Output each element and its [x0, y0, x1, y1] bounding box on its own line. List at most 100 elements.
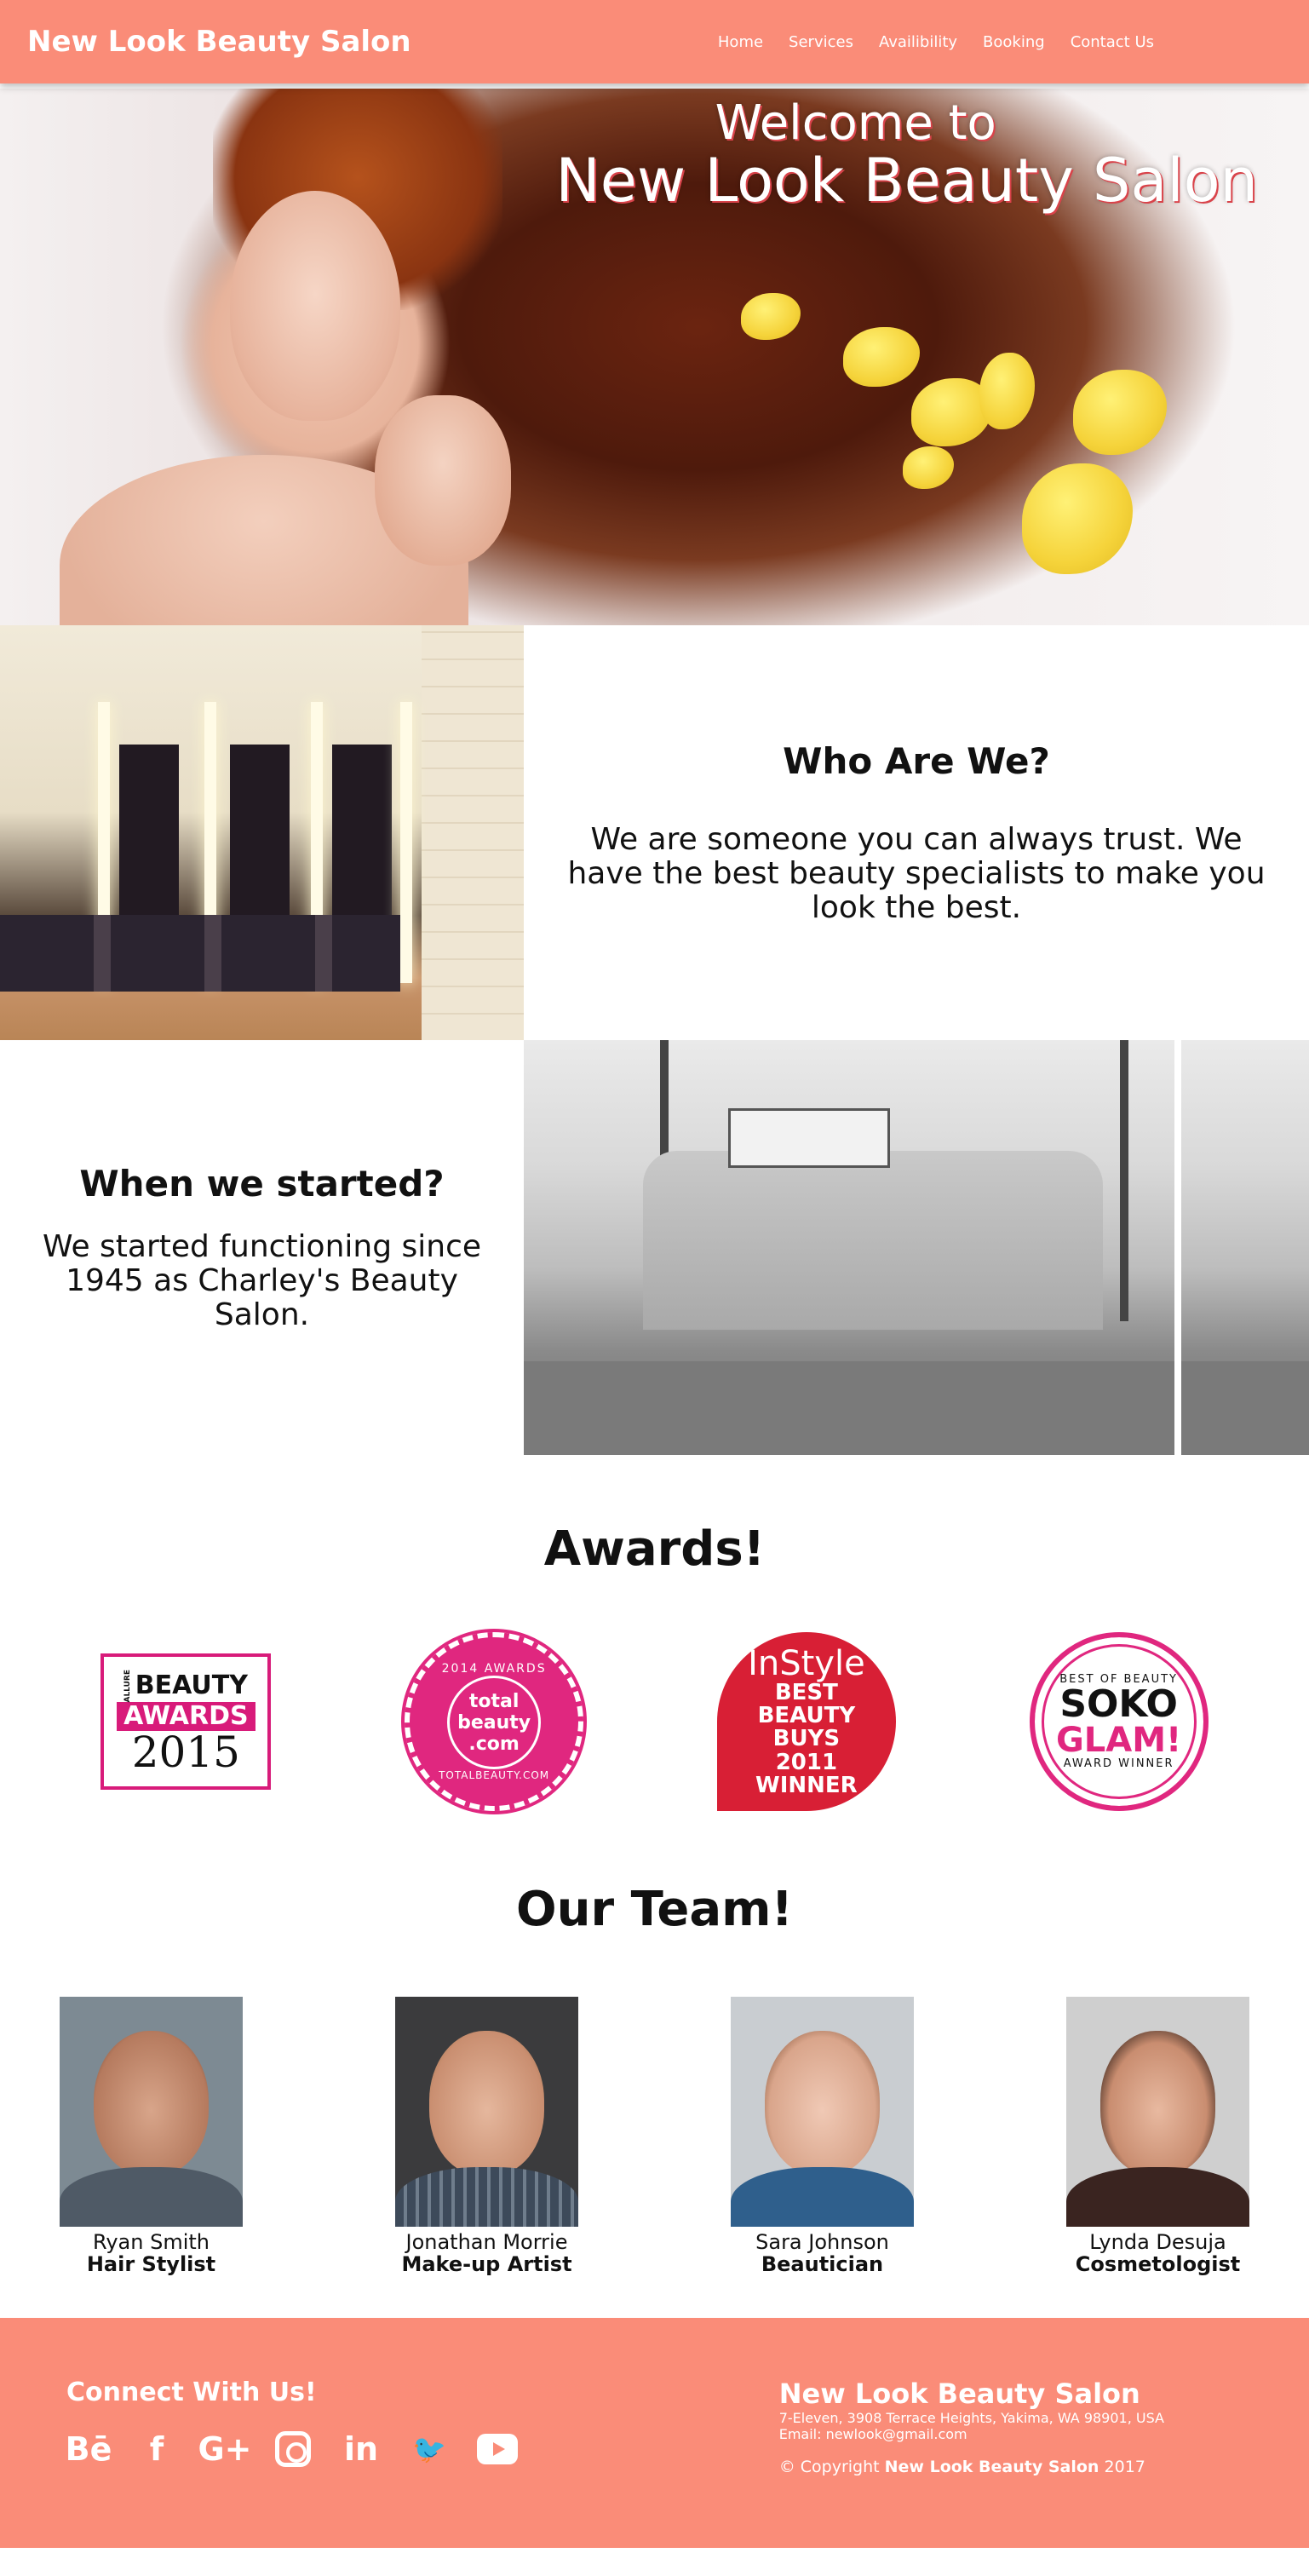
- navbar: New Look Beauty Salon Home Services Avai…: [0, 0, 1309, 83]
- history-text: We started functioning since 1945 as Cha…: [42, 1229, 482, 1332]
- allure-beauty: BEAUTY: [135, 1670, 248, 1700]
- footer: Connect With Us! Bē f G+ in 🐦 New Look B…: [0, 2318, 1309, 2548]
- connect-title: Connect With Us!: [66, 2378, 317, 2407]
- allure-label: ALLURE: [123, 1669, 132, 1703]
- petal-decoration: [741, 293, 801, 340]
- team-member: Jonathan Morrie Make-up Artist: [395, 1997, 578, 2274]
- linkedin-icon[interactable]: in: [339, 2429, 383, 2469]
- team-row: Ryan Smith Hair Stylist Jonathan Morrie …: [0, 1997, 1309, 2274]
- petal-decoration: [1073, 370, 1167, 455]
- team-member-photo: [395, 1997, 578, 2227]
- team-member: Lynda Desuja Cosmetologist: [1066, 1997, 1249, 2274]
- copyright-name: New Look Beauty Salon: [884, 2458, 1099, 2476]
- petal-decoration: [903, 446, 954, 489]
- nav-availability-link[interactable]: Availibility: [879, 33, 957, 51]
- facebook-icon[interactable]: f: [135, 2429, 179, 2469]
- footer-email[interactable]: Email: newlook@gmail.com: [779, 2426, 1164, 2442]
- nav-contact-link[interactable]: Contact Us: [1071, 33, 1154, 51]
- team-member-role: Make-up Artist: [401, 2252, 572, 2276]
- team-member: Ryan Smith Hair Stylist: [60, 1997, 243, 2274]
- brand-logo[interactable]: New Look Beauty Salon: [27, 25, 411, 59]
- behance-icon[interactable]: Bē: [66, 2429, 112, 2469]
- photo-shirt: [731, 2167, 914, 2227]
- about-text-block: Who Are We? We are someone you can alway…: [524, 625, 1309, 1040]
- image-divider: [1174, 1040, 1181, 1455]
- footer-copyright: © Copyright New Look Beauty Salon 2017: [779, 2458, 1164, 2476]
- photo-head: [429, 2031, 544, 2176]
- street-road: [524, 1361, 1309, 1455]
- youtube-glyph: [477, 2434, 518, 2464]
- instyle-logo: InStyle: [748, 1643, 865, 1683]
- photo-head: [94, 2031, 209, 2176]
- sokoglam-award-badge: BEST OF BEAUTY SOKO GLAM! AWARD WINNER: [1029, 1632, 1209, 1811]
- copyright-prefix: © Copyright: [778, 2458, 880, 2476]
- footer-info: New Look Beauty Salon 7-Eleven, 3908 Ter…: [779, 2378, 1164, 2548]
- allure-year: 2015: [131, 1728, 240, 1778]
- salon-wall: [422, 625, 524, 1040]
- totalbeauty-top: 2014 AWARDS: [441, 1662, 547, 1676]
- team-member-role: Beautician: [761, 2252, 884, 2276]
- old-salon-sign: [728, 1108, 890, 1168]
- instyle-winner: WINNER: [755, 1772, 858, 1798]
- copyright-year: 2017: [1104, 2458, 1145, 2476]
- awards-row: ALLURE BEAUTY AWARDS 2015 2014 AWARDS to…: [0, 1628, 1309, 1815]
- photo-shirt: [1066, 2167, 1249, 2227]
- salon-light: [400, 702, 412, 983]
- hero-title: Welcome to New Look Beauty Salon: [555, 95, 1258, 216]
- totalbeauty-logo: total beauty .com: [447, 1676, 542, 1769]
- footer-address: 7-Eleven, 3908 Terrace Heights, Yakima, …: [778, 2410, 1164, 2426]
- history-text-block: When we started? We started functioning …: [0, 1040, 524, 1455]
- salon-chairs: [0, 915, 400, 992]
- instyle-award-badge: InStyle BEST BEAUTY BUYS 2011 WINNER: [716, 1632, 896, 1811]
- team-member: Sara Johnson Beautician: [731, 1997, 914, 2274]
- team-member-name: Lynda Desuja: [1089, 2230, 1226, 2254]
- team-section: Our Team! Ryan Smith Hair Stylist Jonath…: [0, 1815, 1309, 2318]
- history-section: When we started? We started functioning …: [0, 1040, 1309, 1455]
- salon-interior-image: [0, 625, 524, 1040]
- hero-face: [230, 191, 400, 421]
- twitter-icon[interactable]: 🐦: [407, 2429, 451, 2469]
- history-title: When we started?: [79, 1163, 445, 1205]
- team-member-name: Ryan Smith: [92, 2230, 210, 2254]
- team-member-photo: [731, 1997, 914, 2227]
- team-member-role: Hair Stylist: [86, 2252, 216, 2276]
- photo-head: [1100, 2031, 1215, 2176]
- hero-banner: Welcome to New Look Beauty Salon: [0, 89, 1309, 625]
- team-member-name: Sara Johnson: [755, 2230, 889, 2254]
- awards-section: Awards! ALLURE BEAUTY AWARDS 2015 2014 A…: [0, 1455, 1309, 1815]
- petal-decoration: [979, 353, 1035, 429]
- team-member-role: Cosmetologist: [1075, 2252, 1241, 2276]
- totalbeauty-award-badge: 2014 AWARDS total beauty .com TOTALBEAUT…: [401, 1629, 588, 1814]
- street-pole: [1120, 1040, 1128, 1321]
- social-links: Bē f G+ in 🐦: [66, 2429, 520, 2469]
- allure-awards: AWARDS: [117, 1702, 255, 1732]
- hero-welcome: Welcome to: [715, 95, 996, 151]
- about-text: We are someone you can always trust. We …: [567, 822, 1266, 925]
- footer-salon-name: New Look Beauty Salon: [778, 2378, 1140, 2410]
- totalbeauty-bottom: TOTALBEAUTY.COM: [439, 1769, 550, 1781]
- soko-name: SOKO: [1059, 1682, 1178, 1726]
- instagram-glyph: [275, 2431, 311, 2467]
- old-salon-building: [643, 1151, 1103, 1330]
- team-member-name: Jonathan Morrie: [405, 2230, 568, 2254]
- about-title: Who Are We?: [783, 740, 1050, 782]
- old-salon-image: [524, 1040, 1309, 1455]
- google-plus-icon[interactable]: G+: [198, 2429, 251, 2469]
- hero-hand: [375, 395, 511, 566]
- soko-glam: GLAM!: [1055, 1721, 1182, 1760]
- petal-decoration: [1022, 463, 1133, 574]
- hero-salon-name: New Look Beauty Salon: [555, 146, 1258, 216]
- nav-booking-link[interactable]: Booking: [983, 33, 1045, 51]
- team-member-photo: [60, 1997, 243, 2227]
- team-title: Our Team!: [515, 1882, 793, 1937]
- footer-connect: Connect With Us! Bē f G+ in 🐦: [66, 2378, 520, 2548]
- youtube-icon[interactable]: [475, 2429, 520, 2469]
- nav-home-link[interactable]: Home: [718, 33, 763, 51]
- instyle-best-buys: BEST BEAUTY BUYS 2011: [757, 1679, 856, 1775]
- photo-shirt: [60, 2167, 243, 2227]
- nav-services-link[interactable]: Services: [789, 33, 853, 51]
- petal-decoration: [843, 327, 920, 387]
- photo-shirt: [395, 2167, 578, 2227]
- instagram-icon[interactable]: [271, 2429, 315, 2469]
- awards-title: Awards!: [543, 1521, 766, 1577]
